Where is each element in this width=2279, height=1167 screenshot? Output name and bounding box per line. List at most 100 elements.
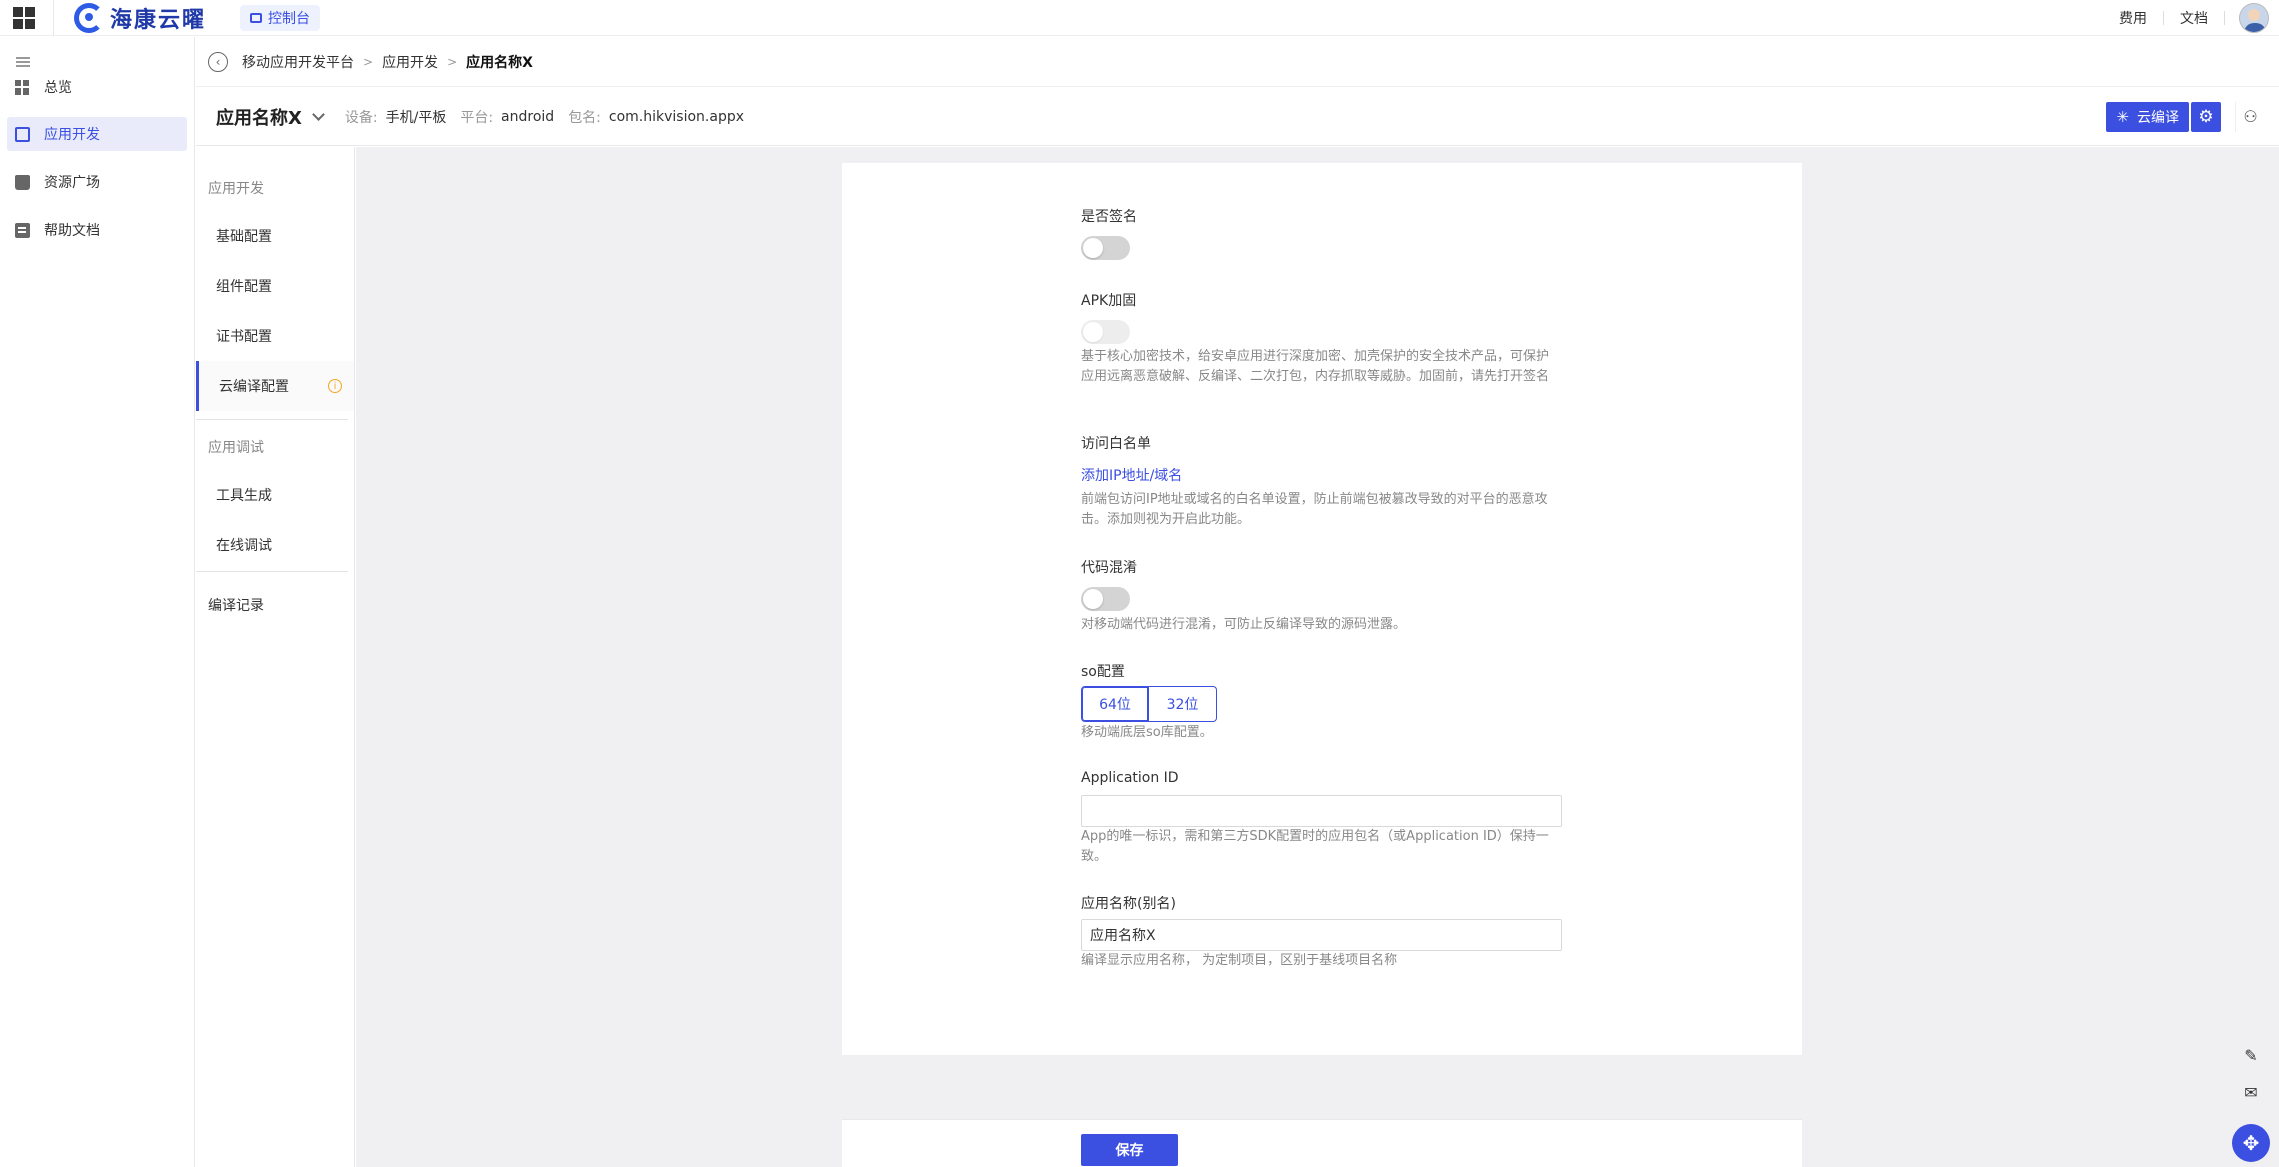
spinner-icon: ✳ (2116, 107, 2129, 126)
move-icon[interactable]: ✥ (2232, 1124, 2270, 1162)
sub-item-online-debug[interactable]: 在线调试 (196, 520, 354, 570)
edit-icon[interactable]: ✎ (2238, 1042, 2264, 1068)
divider (196, 419, 348, 420)
appid-help: App的唯一标识，需和第三方SDK配置时的应用包名（或Application I… (1081, 827, 1561, 867)
sub-item-label: 工具生成 (216, 488, 272, 504)
help-text: App的唯一标识，需和第三方SDK配置时的应用包名（或Application I… (1081, 829, 1549, 864)
chevron-down-icon[interactable] (312, 107, 325, 121)
package-value: com.hikvision.appx (608, 108, 745, 125)
fees-link[interactable]: 费用 (2103, 8, 2163, 28)
save-button[interactable]: 保存 (1081, 1134, 1178, 1166)
app-name[interactable]: 应用名称X (216, 104, 302, 130)
appid-field: Application ID (1081, 770, 1179, 786)
sub-item-cloud-compile-config[interactable]: 云编译配置 i (196, 361, 354, 411)
apk-help: 基于核心加密技术，给安卓应用进行深度加密、加壳保护的安全技术产品，可保护应用远离… (1081, 347, 1561, 387)
field-label: Application ID (1081, 770, 1179, 786)
obfuscate-field: 代码混淆 (1081, 557, 1137, 577)
console-button[interactable]: 控制台 (240, 4, 321, 31)
field-label: 是否签名 (1081, 209, 1137, 225)
help-text: 编译显示应用名称， 为定制项目，区别于基线项目名称 (1081, 953, 1398, 968)
nav-item-label: 总览 (44, 80, 72, 96)
footer-bar (842, 1119, 1802, 1167)
device-label: 设备: (344, 109, 378, 126)
sub-item-basic-config[interactable]: 基础配置 (196, 211, 354, 261)
sub-item-tool-gen[interactable]: 工具生成 (196, 470, 354, 520)
sub-item-label: 基础配置 (216, 229, 272, 245)
back-icon[interactable]: ‹ (208, 51, 228, 72)
field-label: 访问白名单 (1081, 436, 1151, 452)
field-label: 代码混淆 (1081, 560, 1137, 576)
package-label: 包名: (568, 109, 601, 126)
device-value: 手机/平板 (385, 109, 447, 126)
code-icon (15, 126, 30, 142)
nav-item-app-dev[interactable]: 应用开发 (7, 117, 187, 151)
sub-item-label: 在线调试 (216, 538, 272, 554)
appid-input-wrap (1081, 795, 1562, 827)
left-nav: 总览 应用开发 资源广场 帮助文档 (0, 37, 195, 1167)
alias-field: 应用名称(别名) (1081, 893, 1176, 913)
breadcrumb-item[interactable]: 移动应用开发平台 (242, 52, 354, 72)
whitelist-help: 前端包访问IP地址或域名的白名单设置，防止前端包被篡改导致的对平台的恶意攻击。添… (1081, 490, 1561, 530)
gear-icon[interactable]: ⚙ (2191, 101, 2221, 132)
help-text: 前端包访问IP地址或域名的白名单设置，防止前端包被篡改导致的对平台的恶意攻击。添… (1081, 492, 1548, 527)
apk-field: APK加固 (1081, 290, 1136, 310)
nav-item-overview[interactable]: 总览 (7, 70, 187, 104)
breadcrumb: ‹ 移动应用开发平台 > 应用开发 > 应用名称X (196, 37, 2279, 87)
help-text: 移动端底层so库配置。 (1081, 725, 1213, 740)
so-32-option[interactable]: 32位 (1149, 686, 1217, 722)
divider (196, 571, 348, 572)
nav-item-label: 资源广场 (44, 175, 100, 191)
breadcrumb-current: 应用名称X (466, 54, 533, 71)
sub-group-title: 应用开发 (208, 181, 264, 197)
field-label: so配置 (1081, 664, 1125, 680)
logo[interactable]: 海康云曜 (53, 0, 206, 36)
platform-value: android (501, 108, 555, 125)
console-icon (250, 12, 263, 23)
sub-item-label: 组件配置 (216, 279, 272, 295)
chevron-right-icon: > (363, 54, 374, 69)
alias-help: 编译显示应用名称， 为定制项目，区别于基线项目名称 (1081, 951, 1561, 971)
add-ip-link[interactable]: 添加IP地址/域名 (1081, 465, 1182, 485)
field-label: APK加固 (1081, 293, 1137, 309)
app-header: 应用名称X 设备: 手机/平板 平台: android 包名: com.hikv… (196, 88, 2279, 146)
menu-collapse-icon[interactable] (16, 57, 30, 67)
sub-item-label: 云编译配置 (219, 379, 289, 395)
bag-icon (15, 174, 30, 190)
cloud-compile-label: 云编译 (2137, 109, 2179, 126)
cloud-compile-button[interactable]: ✳ 云编译 (2106, 101, 2189, 132)
divider (2224, 10, 2225, 25)
sub-item-cert-config[interactable]: 证书配置 (196, 311, 354, 361)
sub-item-component-config[interactable]: 组件配置 (196, 261, 354, 311)
info-icon: i (328, 379, 342, 393)
top-bar: 海康云曜 控制台 费用 文档 (0, 0, 2279, 36)
nav-item-label: 应用开发 (44, 127, 100, 143)
doc-icon (15, 222, 30, 238)
field-label: 应用名称(别名) (1081, 896, 1176, 912)
grid-icon (15, 79, 30, 95)
sign-toggle[interactable] (1081, 236, 1130, 260)
compile-record-link[interactable]: 编译记录 (208, 595, 264, 615)
feedback-icon[interactable]: ✉ (2238, 1079, 2264, 1105)
so-64-option[interactable]: 64位 (1081, 686, 1149, 722)
help-text: 基于核心加密技术，给安卓应用进行深度加密、加壳保护的安全技术产品，可保护应用远离… (1081, 349, 1550, 384)
whitelist-field: 访问白名单 (1081, 433, 1151, 453)
nav-item-label: 帮助文档 (44, 223, 100, 239)
application-id-input[interactable] (1081, 795, 1562, 827)
platform-label: 平台: (460, 109, 494, 126)
logo-text: 海康云曜 (110, 7, 207, 33)
nav-item-resources[interactable]: 资源广场 (7, 165, 187, 199)
obfuscate-toggle[interactable] (1081, 587, 1130, 611)
breadcrumb-item[interactable]: 应用开发 (382, 52, 438, 72)
nav-item-help[interactable]: 帮助文档 (7, 213, 187, 247)
sign-field: 是否签名 (1081, 206, 1137, 226)
app-alias-input[interactable] (1081, 919, 1562, 951)
link-text: 添加IP地址/域名 (1081, 468, 1183, 484)
apk-toggle[interactable] (1081, 320, 1130, 344)
avatar[interactable] (2239, 2, 2269, 33)
so-segmented: 64位 32位 (1081, 686, 1217, 722)
so-field: so配置 (1081, 661, 1125, 681)
help-text: 对移动端代码进行混淆，可防止反编译导致的源码泄露。 (1081, 617, 1407, 632)
apps-grid-icon[interactable] (13, 6, 35, 29)
docs-link[interactable]: 文档 (2164, 8, 2224, 28)
user-icon[interactable]: ⚇ (2235, 101, 2265, 132)
